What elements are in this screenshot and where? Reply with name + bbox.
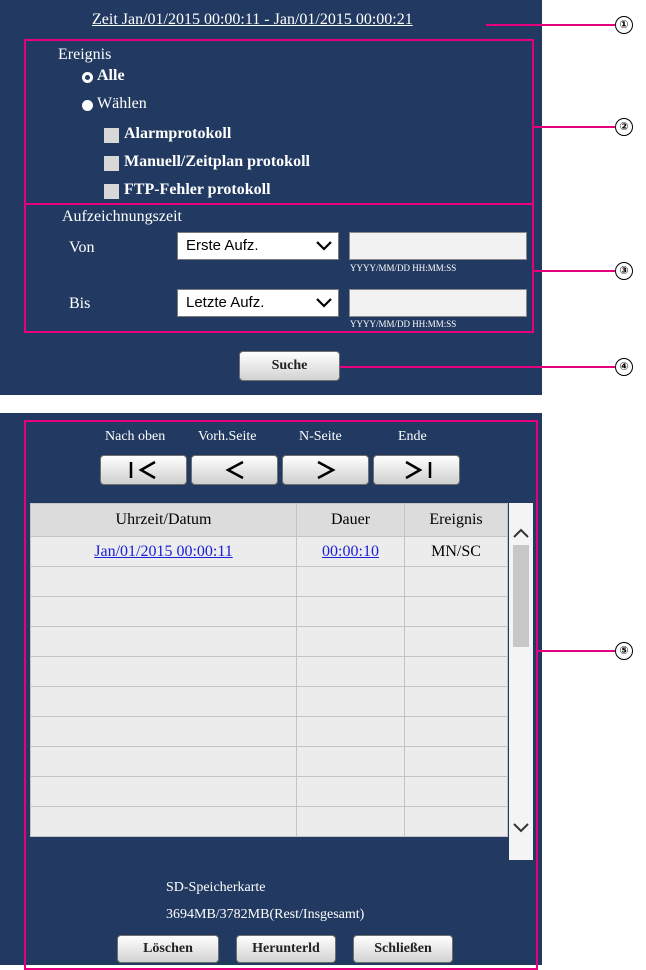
callout-box-event (24, 39, 534, 205)
callout-box-record-time (24, 203, 534, 333)
callout-marker-3: ③ (615, 262, 633, 280)
callout-line-2 (534, 126, 616, 128)
search-button[interactable]: Suche (239, 351, 340, 381)
callout-marker-1: ① (615, 16, 633, 34)
callout-line-3 (534, 270, 616, 272)
callout-line-1 (486, 24, 616, 26)
callout-line-5 (538, 650, 616, 652)
callout-marker-5: ⑤ (615, 642, 633, 660)
time-range-link[interactable]: Zeit Jan/01/2015 00:00:11 - Jan/01/2015 … (92, 11, 413, 29)
callout-box-results (24, 420, 538, 970)
callout-line-4 (340, 366, 616, 368)
callout-marker-2: ② (615, 118, 633, 136)
callout-marker-4: ④ (615, 358, 633, 376)
